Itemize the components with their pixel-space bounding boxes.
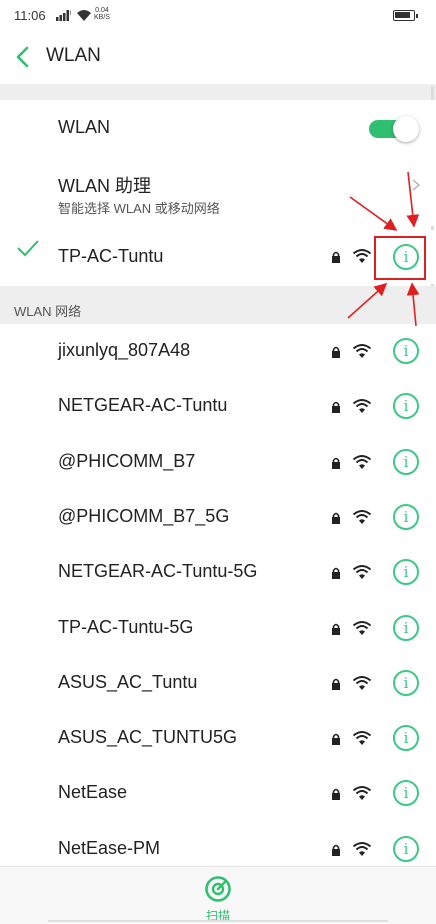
wlan-toggle-label: WLAN: [58, 117, 111, 137]
network-row[interactable]: NetEase i: [0, 766, 436, 820]
signal-icon: l: [56, 10, 71, 21]
info-button[interactable]: i: [393, 449, 419, 475]
network-ssid: NetEase-PM: [58, 838, 161, 858]
annotation-highlight-box: [374, 236, 426, 280]
info-icon: i: [403, 840, 409, 858]
back-button[interactable]: [12, 44, 34, 70]
app-header: WLAN: [0, 34, 436, 84]
network-ssid: TP-AC-Tuntu-5G: [58, 617, 194, 637]
status-bar: 11:06 l 0.04 KB/S: [0, 0, 436, 34]
network-row[interactable]: ASUS_AC_TUNTU5G i: [0, 711, 436, 765]
wifi-signal-icon: [352, 344, 372, 358]
wlan-toggle-row[interactable]: WLAN: [0, 100, 436, 154]
info-icon: i: [403, 619, 409, 637]
divider-band: [0, 84, 436, 100]
info-button[interactable]: i: [393, 670, 419, 696]
scan-icon: [205, 876, 231, 902]
battery-icon: [393, 10, 418, 21]
network-row[interactable]: NETGEAR-AC-Tuntu i: [0, 379, 436, 433]
toggle-knob: [393, 116, 419, 142]
info-button[interactable]: i: [393, 393, 419, 419]
info-button[interactable]: i: [393, 559, 419, 585]
network-row[interactable]: @PHICOMM_B7 i: [0, 435, 436, 489]
network-ssid: NetEase: [58, 782, 128, 802]
lock-icon: [332, 512, 340, 524]
info-icon: i: [403, 453, 409, 471]
lock-icon: [332, 567, 340, 579]
network-ssid: NETGEAR-AC-Tuntu-5G: [58, 561, 258, 581]
network-speed: 0.04 KB/S: [94, 7, 110, 21]
info-button[interactable]: i: [393, 780, 419, 806]
info-button[interactable]: i: [393, 615, 419, 641]
info-button[interactable]: i: [393, 338, 419, 364]
info-icon: i: [403, 397, 409, 415]
network-ssid: jixunlyq_807A48: [58, 340, 191, 360]
lock-icon: [332, 844, 340, 856]
wifi-signal-icon: [352, 510, 372, 524]
lock-icon: [332, 457, 340, 469]
wifi-signal-icon: [352, 842, 372, 856]
info-icon: i: [403, 342, 409, 360]
wifi-signal-icon: [352, 399, 372, 413]
status-time: 11:06: [14, 8, 46, 23]
network-row[interactable]: NETGEAR-AC-Tuntu-5G i: [0, 545, 436, 599]
info-icon: i: [403, 729, 409, 747]
wifi-signal-icon: [352, 455, 372, 469]
connected-network-row[interactable]: TP-AC-Tuntu i: [0, 230, 436, 284]
lock-icon: [332, 788, 340, 800]
info-button[interactable]: i: [393, 504, 419, 530]
info-icon: i: [403, 784, 409, 802]
wifi-signal-icon: [352, 786, 372, 800]
info-icon: i: [403, 563, 409, 581]
speed-unit: KB/S: [94, 14, 110, 21]
info-button[interactable]: i: [393, 836, 419, 862]
assistant-subtitle: 智能选择 WLAN 或移动网络: [58, 201, 220, 216]
lock-icon: [332, 401, 340, 413]
network-ssid: NETGEAR-AC-Tuntu: [58, 395, 228, 415]
wifi-signal-icon: [352, 676, 372, 690]
svg-text:l: l: [70, 11, 71, 17]
network-row[interactable]: @PHICOMM_B7_5G i: [0, 490, 436, 544]
network-ssid: ASUS_AC_TUNTU5G: [58, 727, 238, 747]
section-title: WLAN 网络: [14, 304, 82, 319]
home-indicator: [48, 920, 388, 922]
scan-button[interactable]: 扫描: [196, 873, 240, 923]
wifi-signal-icon: [352, 621, 372, 635]
lock-icon: [332, 733, 340, 745]
wlan-toggle-switch[interactable]: [369, 116, 419, 142]
network-ssid: @PHICOMM_B7_5G: [58, 506, 230, 526]
chevron-right-icon: [412, 179, 421, 191]
network-ssid: @PHICOMM_B7: [58, 451, 196, 471]
info-icon: i: [403, 674, 409, 692]
wifi-signal-icon: [352, 731, 372, 745]
page-title: WLAN: [46, 45, 101, 66]
network-ssid: ASUS_AC_Tuntu: [58, 672, 198, 692]
lock-icon: [332, 623, 340, 635]
wlan-assistant-row[interactable]: WLAN 助理 智能选择 WLAN 或移动网络: [0, 154, 436, 226]
wifi-status-icon: [77, 10, 91, 21]
network-row[interactable]: TP-AC-Tuntu-5G i: [0, 601, 436, 655]
network-row[interactable]: jixunlyq_807A48 i: [0, 324, 436, 378]
lock-icon: [332, 678, 340, 690]
network-row[interactable]: ASUS_AC_Tuntu i: [0, 656, 436, 710]
lock-icon: [332, 346, 340, 358]
lock-icon: [332, 251, 340, 263]
info-button[interactable]: i: [393, 725, 419, 751]
connected-ssid: TP-AC-Tuntu: [58, 246, 164, 266]
speed-value: 0.04: [95, 7, 109, 14]
wifi-signal-icon: [352, 565, 372, 579]
assistant-title: WLAN 助理: [58, 176, 152, 196]
wifi-signal-icon: [352, 249, 372, 263]
bottom-bar: 扫描: [0, 866, 436, 924]
info-icon: i: [403, 508, 409, 526]
check-icon: [17, 240, 39, 257]
